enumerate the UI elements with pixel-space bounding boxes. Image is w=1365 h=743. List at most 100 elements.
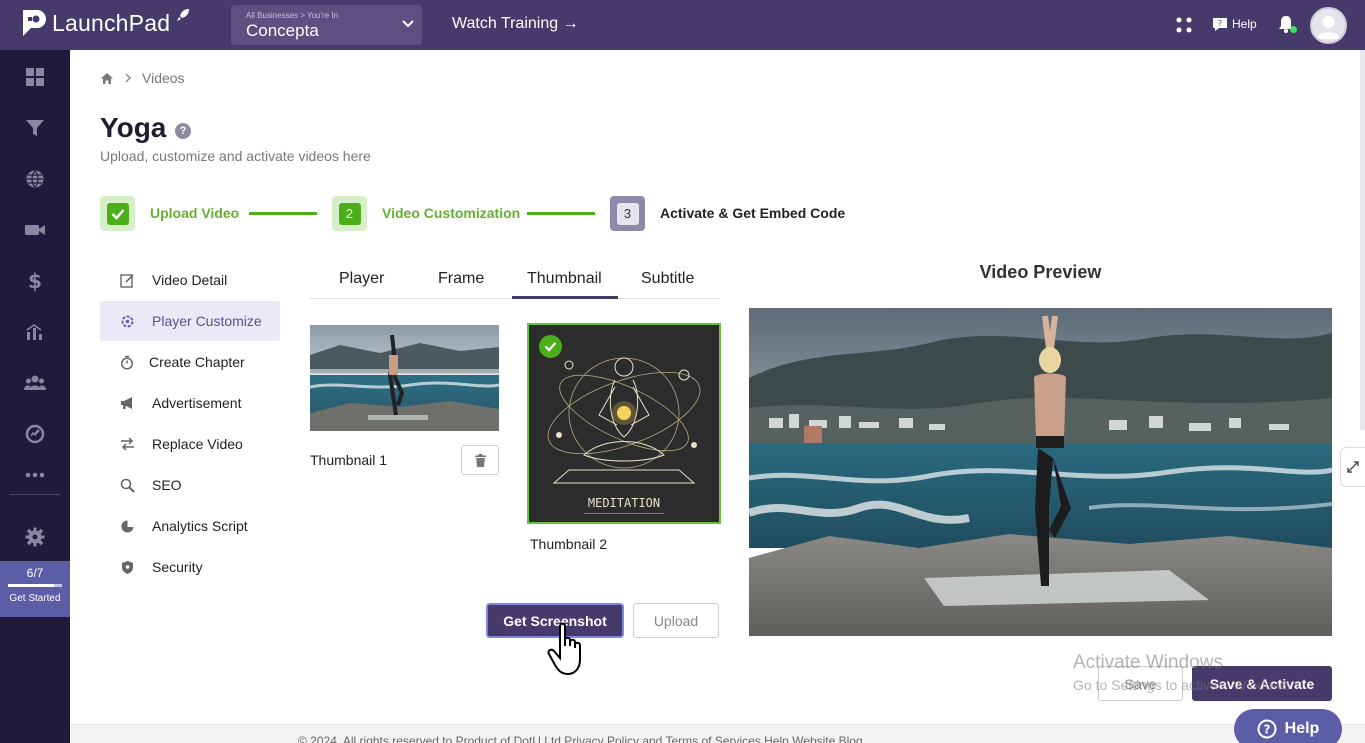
megaphone-icon [119,395,135,411]
svg-text:$: $ [28,270,42,292]
get-started-label: Get Started [9,593,61,604]
floating-help-label: Help [1284,720,1320,737]
help-chat-icon: ? [1213,18,1227,31]
left-rail: $ 6/7 Get Started [0,50,70,743]
edit-icon [119,272,135,288]
logo-mark-icon [23,10,46,36]
page-title: Yoga [100,112,167,143]
checkmark-icon [544,342,557,352]
checkmark-icon [111,208,124,220]
upload-button[interactable]: Upload [633,603,719,638]
active-tab-indicator [512,296,618,299]
notification-dot [1290,26,1297,33]
avatar[interactable] [1310,7,1347,44]
dollar-icon[interactable]: $ [24,270,46,292]
menu-label: Security [152,559,203,575]
apps-grid-icon[interactable] [1175,16,1193,34]
menu-label: SEO [152,477,182,493]
tab-thumbnail[interactable]: Thumbnail [527,270,602,288]
launchpad-logo[interactable]: LaunchPad [20,8,170,38]
chevron-down-icon [402,20,414,28]
thumbnail-1-label: Thumbnail 1 [310,452,388,468]
menu-item-replace-video[interactable]: Replace Video [100,424,280,464]
get-started-progress-label: 6/7 [26,566,44,580]
step-connector-1 [249,212,317,215]
menu-item-advertisement[interactable]: Advertisement [100,383,280,423]
get-started-progress-fill [8,584,55,587]
menu-item-create-chapter[interactable]: Create Chapter [100,342,280,382]
side-collapse-tab[interactable] [1340,447,1365,487]
tab-subtitle[interactable]: Subtitle [641,270,694,288]
step-1-label[interactable]: Upload Video [150,205,239,221]
magnifier-icon [119,477,135,493]
activate-windows-watermark-text: Go to Settings to activate Windows. [1073,677,1294,693]
resize-arrows-icon [1347,461,1359,473]
breadcrumb-current[interactable]: Videos [142,70,185,86]
step-2-box[interactable]: 2 [332,196,367,231]
menu-item-video-detail[interactable]: Video Detail [100,260,280,300]
pie-chart-icon [119,518,135,534]
globe-icon[interactable] [24,168,46,190]
svg-text:?: ? [1263,723,1270,737]
chevron-right-icon [125,73,131,83]
selected-check-badge [539,335,562,358]
step-3-number: 3 [616,202,639,225]
analytics-icon[interactable] [24,321,46,343]
menu-label: Video Detail [152,272,228,288]
thumbnail-1-image[interactable] [310,325,499,431]
step-2-label[interactable]: Video Customization [382,205,520,221]
more-dots-icon[interactable] [24,464,46,486]
video-preview-player[interactable] [749,308,1332,636]
gear-icon[interactable] [24,526,46,548]
menu-item-analytics-script[interactable]: Analytics Script [100,506,280,546]
thumbnail-2-label: Thumbnail 2 [530,536,608,552]
floating-help-button[interactable]: ? Help [1234,709,1342,743]
business-switcher[interactable]: All Businesses > You're In Concepta [231,5,422,45]
business-name: Concepta [246,21,319,40]
step-1-box[interactable] [100,196,135,231]
gauge-icon[interactable] [24,423,46,445]
delete-thumbnail-button[interactable] [461,445,499,475]
menu-label: Replace Video [152,436,243,452]
tab-player[interactable]: Player [339,270,384,288]
swap-arrows-icon [119,436,135,452]
step-3-label[interactable]: Activate & Get Embed Code [660,205,845,221]
breadcrumb: Videos [100,70,185,86]
video-preview-title: Video Preview [979,262,1102,282]
activate-windows-watermark-title: Activate Windows [1073,652,1223,673]
user-avatar-icon [1317,16,1340,39]
video-camera-icon[interactable] [24,219,46,241]
menu-label: Advertisement [152,395,242,411]
tab-frame[interactable]: Frame [438,270,484,288]
page-subtitle: Upload, customize and activate videos he… [100,148,371,164]
menu-label: Analytics Script [152,518,248,534]
question-icon[interactable]: ? [175,123,191,139]
menu-item-security[interactable]: Security [100,547,280,587]
menu-label: Player Customize [152,313,262,329]
question-circle-icon: ? [1257,719,1277,739]
business-breadcrumb: All Businesses > You're In [246,11,339,20]
dashboard-icon[interactable] [24,66,46,88]
help-button[interactable]: ? Help [1212,16,1257,32]
stopwatch-icon [119,354,135,370]
get-started-progress-bar [8,584,62,587]
page-scrollbar[interactable] [1360,50,1365,430]
logo-text: LaunchPad [52,9,171,36]
funnel-icon[interactable] [24,117,46,139]
rail-divider [10,494,60,495]
menu-item-player-customize[interactable]: Player Customize [100,301,280,341]
customize-gear-icon [119,313,135,329]
step-2-number: 2 [338,202,361,225]
get-started-widget[interactable]: 6/7 Get Started [0,561,70,617]
menu-item-seo[interactable]: SEO [100,465,280,505]
watch-training-link[interactable]: Watch Training → [452,15,579,33]
rocket-icon [177,9,189,21]
hand-pointer-cursor-icon [547,622,581,676]
top-bar: LaunchPad All Businesses > You're In Con… [0,0,1365,50]
footer: © 2024. All rights reserved to Product o… [70,724,1365,743]
users-group-icon[interactable] [24,372,46,394]
home-icon[interactable] [100,72,114,85]
customize-tabs: Player Frame Thumbnail Subtitle [310,262,719,299]
step-3-box[interactable]: 3 [610,196,645,231]
trash-icon [474,453,486,467]
